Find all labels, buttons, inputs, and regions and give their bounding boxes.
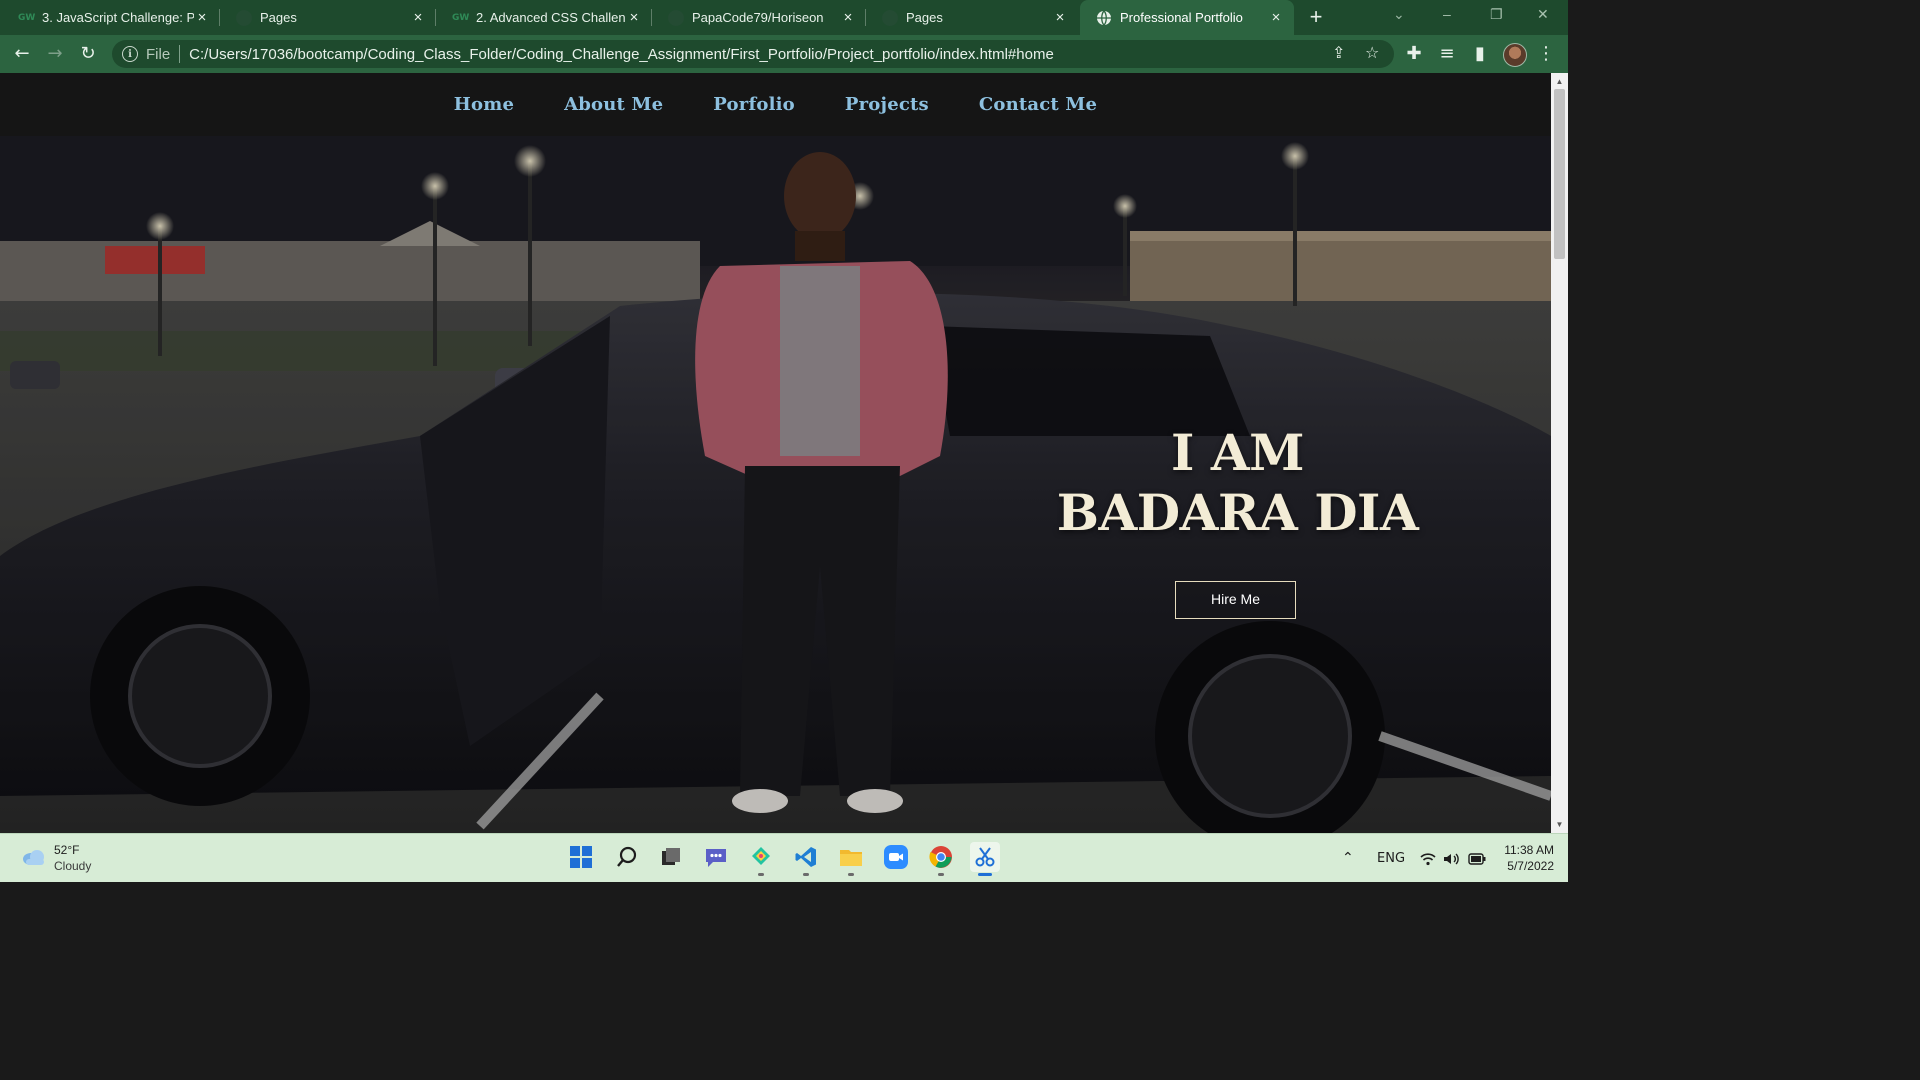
search-icon[interactable]	[612, 842, 642, 872]
zoom-icon[interactable]	[881, 842, 911, 872]
vscode-icon[interactable]	[791, 842, 821, 876]
teams-chat-icon[interactable]	[701, 842, 731, 872]
taskbar-clock[interactable]: 11:38 AM 5/7/2022	[1494, 842, 1554, 874]
close-tab-icon[interactable]: ×	[840, 9, 856, 26]
gw-favicon-icon: GW	[18, 12, 36, 23]
close-tab-icon[interactable]: ×	[1052, 9, 1068, 26]
tab-search-chevron-icon[interactable]: ⌄	[1393, 6, 1405, 23]
restore-icon[interactable]: ❐	[1490, 6, 1503, 23]
github-favicon-icon	[668, 9, 684, 26]
close-tab-icon[interactable]: ×	[410, 9, 426, 26]
url-scheme-label: File	[146, 45, 171, 63]
tab-horiseon-repo[interactable]: PapaCode79/Horiseon ×	[652, 0, 866, 35]
hire-me-button[interactable]: Hire Me	[1175, 581, 1296, 619]
page-viewport: Home About Me Porfolio Projects Contact …	[0, 73, 1551, 833]
browser-toolbar: ← → ↻ i File C:/Users/17036/bootcamp/Cod…	[0, 35, 1568, 73]
nav-link-about-me[interactable]: About Me	[564, 94, 663, 115]
tab-title: Professional Portfolio	[1120, 10, 1243, 25]
cloudy-weather-icon[interactable]	[22, 847, 46, 867]
snipping-tool-icon[interactable]	[970, 842, 1000, 876]
clock-date: 5/7/2022	[1507, 859, 1554, 873]
active-indicator	[978, 873, 992, 876]
site-navbar: Home About Me Porfolio Projects Contact …	[0, 73, 1551, 136]
file-explorer-icon[interactable]	[836, 842, 866, 876]
task-view-icon[interactable]	[656, 842, 686, 872]
github-favicon-icon	[236, 9, 252, 26]
clock-time: 11:38 AM	[1504, 843, 1554, 857]
gitkraken-icon[interactable]	[746, 842, 776, 876]
tab-title: Pages	[906, 10, 943, 25]
profile-avatar[interactable]	[1503, 43, 1527, 67]
tab-pages-2[interactable]: Pages ×	[866, 0, 1078, 35]
tab-title: Pages	[260, 10, 297, 25]
globe-favicon-icon	[1096, 10, 1112, 26]
nav-link-home[interactable]: Home	[454, 94, 514, 115]
address-bar[interactable]: i File C:/Users/17036/bootcamp/Coding_Cl…	[112, 40, 1394, 68]
close-tab-icon[interactable]: ×	[626, 9, 642, 26]
nav-link-portfolio[interactable]: Porfolio	[713, 94, 795, 115]
hero-heading: I AM BADARA DIA	[1040, 423, 1435, 543]
hero-heading-line-1: I AM	[1171, 423, 1304, 482]
tab-javascript-challenge[interactable]: GW 3. JavaScript Challenge: Pas ×	[2, 0, 220, 35]
new-tab-button[interactable]: +	[1304, 4, 1328, 30]
running-indicator	[848, 873, 854, 876]
windows-taskbar: 52°F Cloudy ⌃ ENG 11:38 AM 5/7/2022	[0, 833, 1568, 882]
side-panel-icon[interactable]: ▮	[1468, 42, 1492, 66]
weather-temperature[interactable]: 52°F	[54, 843, 79, 857]
nav-link-contact-me[interactable]: Contact Me	[979, 94, 1097, 115]
running-indicator	[938, 873, 944, 876]
reading-list-icon[interactable]: ≡	[1435, 42, 1459, 66]
close-tab-icon[interactable]: ×	[194, 9, 210, 26]
chrome-icon[interactable]	[926, 842, 956, 876]
battery-icon[interactable]	[1468, 834, 1486, 883]
tab-professional-portfolio[interactable]: Professional Portfolio ×	[1080, 0, 1294, 35]
github-favicon-icon	[882, 9, 898, 26]
share-icon[interactable]: ⇪	[1332, 40, 1345, 68]
site-info-icon[interactable]: i	[122, 46, 138, 62]
close-tab-icon[interactable]: ×	[1268, 9, 1284, 26]
close-window-icon[interactable]: ✕	[1537, 6, 1549, 23]
show-hidden-icons-chevron-icon[interactable]: ⌃	[1342, 834, 1354, 883]
volume-icon[interactable]	[1443, 834, 1461, 883]
input-language[interactable]: ENG	[1377, 834, 1405, 883]
hero-section: I AM BADARA DIA Hire Me	[0, 136, 1551, 833]
minimize-icon[interactable]: –	[1443, 6, 1451, 22]
forward-arrow-icon[interactable]: →	[43, 42, 67, 66]
url-divider	[179, 45, 181, 63]
back-arrow-icon[interactable]: ←	[10, 42, 34, 66]
scroll-down-arrow-icon[interactable]: ▼	[1555, 820, 1564, 829]
page-scrollbar[interactable]: ▲ ▼	[1551, 73, 1568, 833]
tab-title: 3. JavaScript Challenge: Pas	[42, 10, 194, 25]
reload-icon[interactable]: ↻	[76, 42, 100, 66]
browser-tab-strip: GW 3. JavaScript Challenge: Pas × Pages …	[0, 0, 1568, 35]
tab-title: PapaCode79/Horiseon	[692, 10, 824, 25]
hero-heading-line-2: BADARA DIA	[1056, 483, 1419, 542]
tab-advanced-css-challenge[interactable]: GW 2. Advanced CSS Challenge ×	[436, 0, 652, 35]
start-icon[interactable]	[566, 842, 596, 872]
gw-favicon-icon: GW	[452, 12, 470, 23]
scrollbar-thumb[interactable]	[1554, 89, 1565, 259]
extensions-puzzle-icon[interactable]: ✚	[1402, 42, 1426, 66]
kebab-menu-icon[interactable]: ⋮	[1534, 42, 1558, 66]
running-indicator	[803, 873, 809, 876]
weather-condition[interactable]: Cloudy	[54, 859, 91, 873]
bookmark-star-icon[interactable]: ☆	[1365, 40, 1379, 68]
running-indicator	[758, 873, 764, 876]
tab-pages-1[interactable]: Pages ×	[220, 0, 436, 35]
scroll-up-arrow-icon[interactable]: ▲	[1555, 77, 1564, 86]
url-text[interactable]: C:/Users/17036/bootcamp/Coding_Class_Fol…	[189, 46, 1054, 63]
wifi-icon[interactable]	[1420, 834, 1436, 883]
tab-title: 2. Advanced CSS Challenge	[476, 10, 626, 25]
nav-link-projects[interactable]: Projects	[845, 94, 929, 115]
